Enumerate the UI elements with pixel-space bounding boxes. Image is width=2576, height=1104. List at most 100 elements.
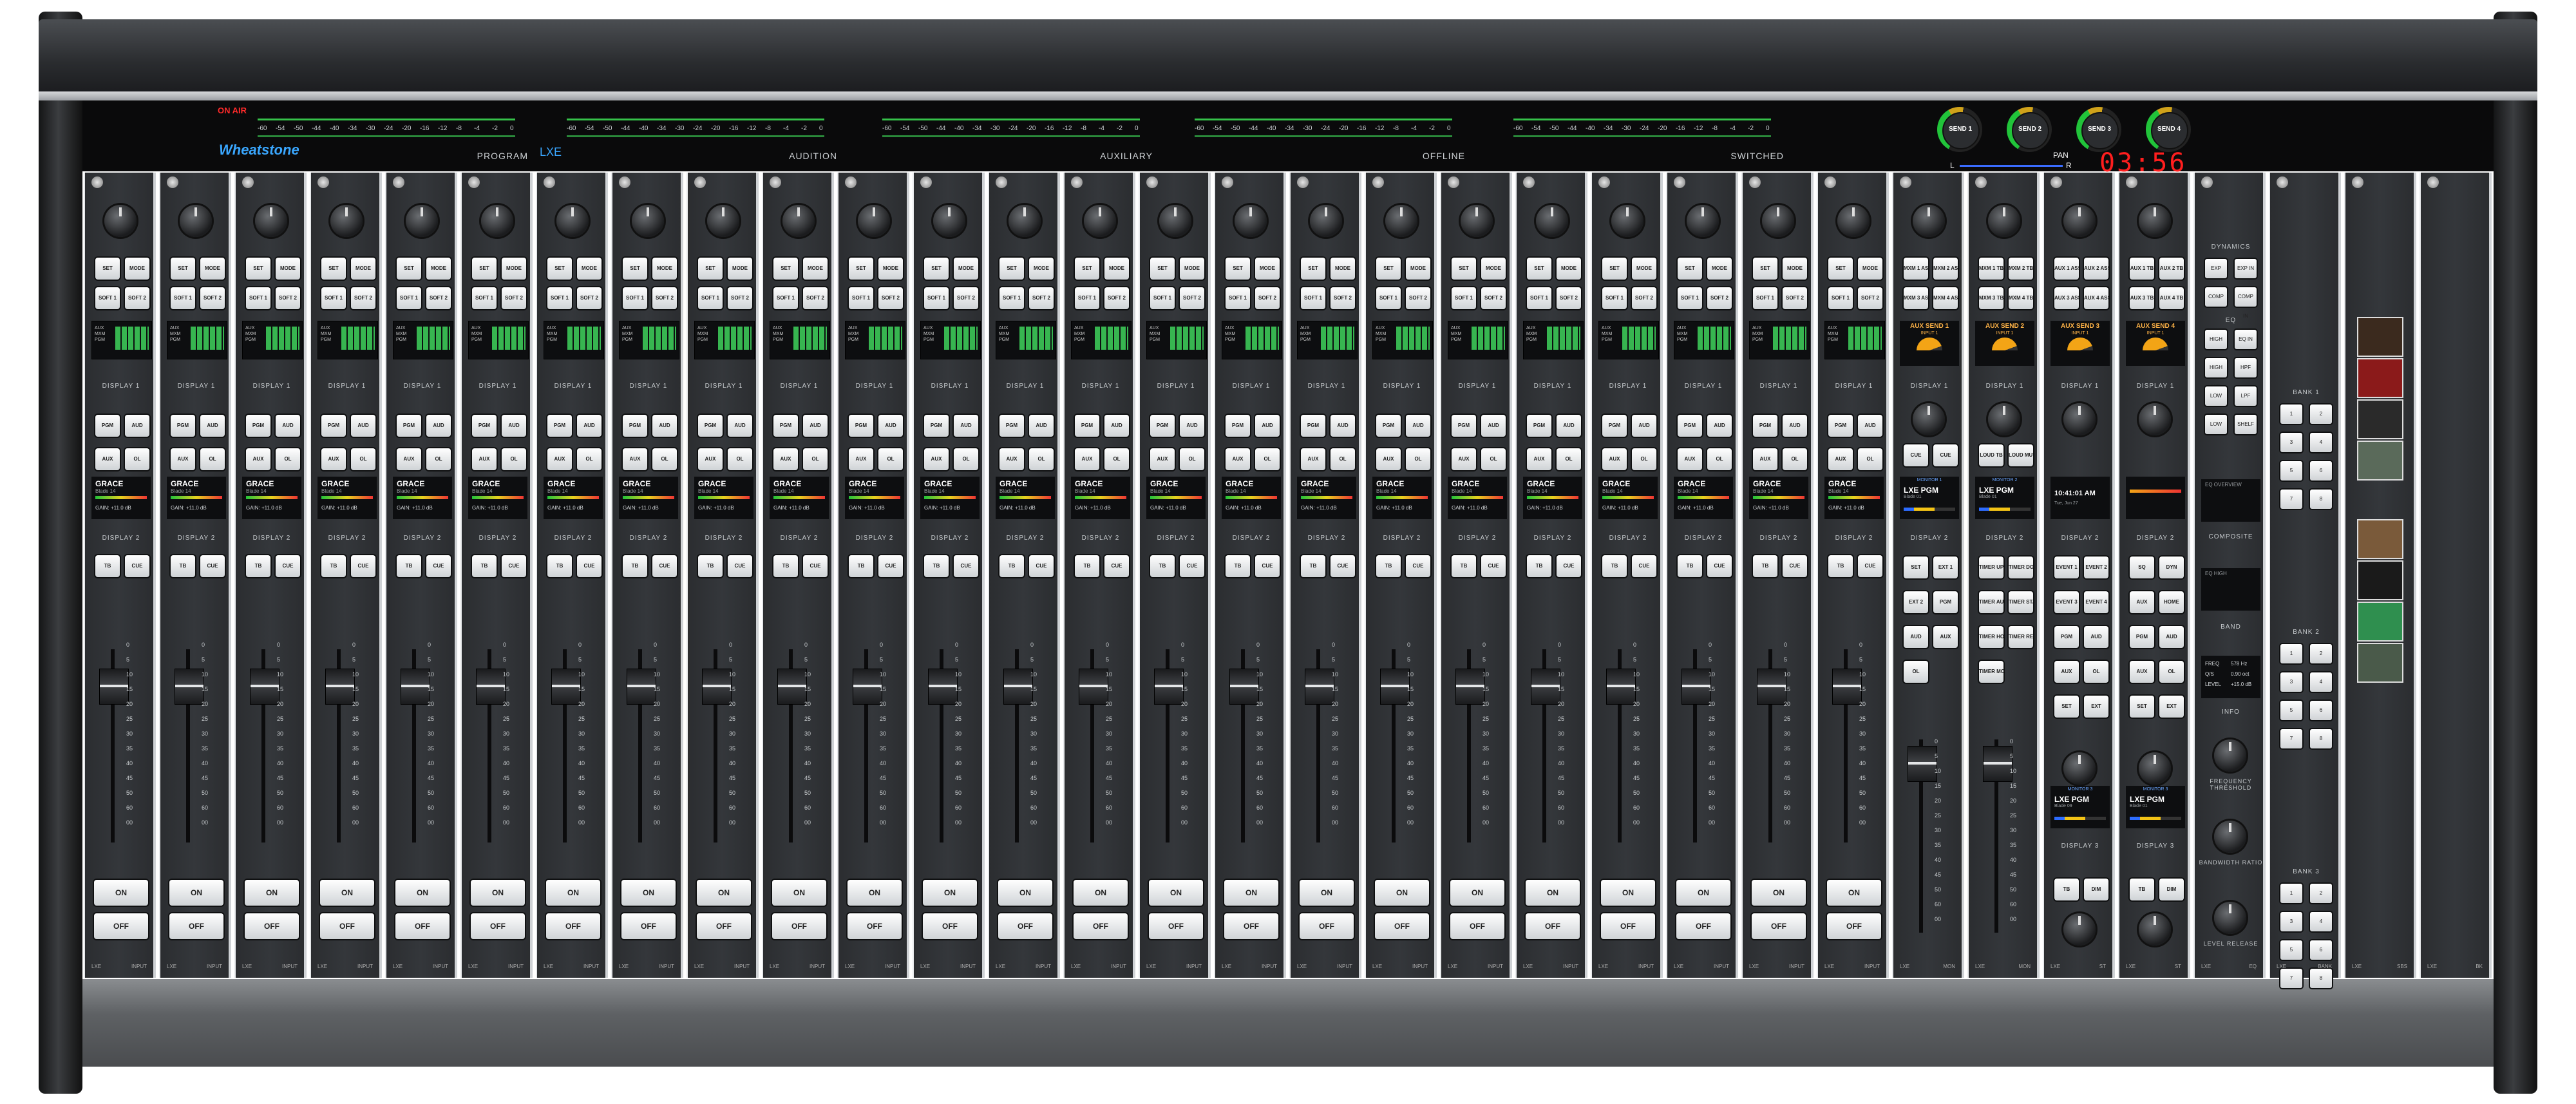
button-tb[interactable]: TB [472, 555, 497, 577]
button-cue[interactable]: CUE [577, 555, 601, 577]
on-button[interactable]: ON [471, 880, 525, 906]
channel-knob[interactable] [1235, 205, 1267, 237]
bus-button-aux[interactable]: AUX [1452, 448, 1476, 470]
button-tb[interactable]: TB [1376, 555, 1401, 577]
monitor-button[interactable]: TIMER HOLD [1979, 626, 2003, 648]
bus-button-pgm[interactable]: PGM [623, 415, 647, 437]
monitor-button[interactable]: EXT 1 [1933, 557, 1958, 578]
assign-button[interactable]: MXM 3 ASSIGN [1904, 287, 1928, 309]
assign-button[interactable]: AUX 4 TB [2159, 287, 2184, 309]
level-knob[interactable] [2063, 913, 2096, 946]
strip-button-soft-2[interactable]: SOFT 2 [1331, 287, 1355, 309]
monitor-button[interactable]: EXT 2 [1904, 591, 1928, 613]
button-cue[interactable]: CUE [1331, 555, 1355, 577]
button-cue[interactable]: CUE [652, 555, 677, 577]
strip-button-mode[interactable]: MODE [1104, 258, 1129, 280]
bank-key[interactable]: 6 [2310, 461, 2332, 481]
strip-button-set[interactable]: SET [472, 258, 497, 280]
bus-button-ol[interactable]: OL [728, 448, 752, 470]
button-cue[interactable]: CUE [502, 555, 526, 577]
bank-key[interactable]: 2 [2310, 404, 2332, 424]
channel-knob[interactable] [1687, 205, 1719, 237]
bus-button-aud[interactable]: AUD [728, 415, 752, 437]
bus-button-ol[interactable]: OL [1557, 448, 1581, 470]
st-button[interactable]: OL [2159, 661, 2184, 683]
button-cue[interactable]: CUE [1783, 555, 1807, 577]
strip-button-set[interactable]: SET [1301, 258, 1325, 280]
st-button[interactable]: HOME [2159, 591, 2184, 613]
bus-button-aux[interactable]: AUX [1150, 448, 1175, 470]
channel-knob[interactable] [2063, 205, 2096, 237]
on-button[interactable]: ON [998, 880, 1052, 906]
channel-knob[interactable] [406, 205, 438, 237]
button-tb[interactable]: TB [1602, 555, 1627, 577]
on-button[interactable]: ON [94, 880, 148, 906]
bus-button-pgm[interactable]: PGM [397, 415, 421, 437]
bus-button-pgm[interactable]: PGM [1828, 415, 1853, 437]
strip-button-soft-1[interactable]: SOFT 1 [999, 287, 1024, 309]
monitor-button[interactable]: PGM [1933, 591, 1958, 613]
bus-button-pgm[interactable]: PGM [1602, 415, 1627, 437]
fader-handle[interactable] [1229, 669, 1259, 705]
strip-button-mode[interactable]: MODE [1557, 258, 1581, 280]
fader-handle[interactable] [1154, 669, 1184, 705]
on-button[interactable]: ON [772, 880, 826, 906]
button-tb[interactable]: TB [547, 555, 572, 577]
bus-button-aud[interactable]: AUD [1481, 415, 1506, 437]
bus-button-aux[interactable]: AUX [773, 448, 798, 470]
strip-button-soft-1[interactable]: SOFT 1 [321, 287, 346, 309]
channel-knob[interactable] [1837, 205, 1870, 237]
bank-key[interactable]: 7 [2280, 969, 2302, 988]
monitor-button[interactable]: TIMER START [2009, 591, 2033, 613]
on-button[interactable]: ON [1300, 880, 1354, 906]
assign-button[interactable]: AUX 1 TB [2130, 258, 2154, 280]
channel-knob[interactable] [180, 205, 212, 237]
channel-knob[interactable] [1988, 205, 2020, 237]
image-key[interactable] [2357, 317, 2403, 357]
fader-handle[interactable] [702, 669, 732, 705]
bus-button-ol[interactable]: OL [351, 448, 375, 470]
bus-button-aux[interactable]: AUX [321, 448, 346, 470]
bus-button-aud[interactable]: AUD [577, 415, 601, 437]
button-tb[interactable]: TB [1226, 555, 1250, 577]
button-tb[interactable]: TB [849, 555, 873, 577]
button-tb[interactable]: TB [1828, 555, 1853, 577]
off-button[interactable]: OFF [848, 913, 902, 939]
button-cue[interactable]: CUE [351, 555, 375, 577]
strip-button-mode[interactable]: MODE [652, 258, 677, 280]
bank-key[interactable]: 5 [2280, 701, 2302, 720]
bank-key[interactable]: 1 [2280, 884, 2302, 903]
button-cue[interactable]: CUE [200, 555, 225, 577]
channel-knob[interactable] [933, 205, 965, 237]
strip-button-set[interactable]: SET [1678, 258, 1702, 280]
image-key[interactable] [2357, 519, 2403, 559]
bus-button-aux[interactable]: AUX [397, 448, 421, 470]
bus-button-pgm[interactable]: PGM [698, 415, 723, 437]
strip-button-mode[interactable]: MODE [200, 258, 225, 280]
dynamics-button[interactable]: EXP IN [2235, 259, 2257, 278]
button-cue[interactable]: CUE [1255, 555, 1280, 577]
on-button[interactable]: ON [1450, 880, 1504, 906]
strip-button-soft-1[interactable]: SOFT 1 [171, 287, 195, 309]
fader-handle[interactable] [99, 669, 129, 705]
st-knob[interactable] [2063, 752, 2096, 785]
bus-button-ol[interactable]: OL [1180, 448, 1204, 470]
strip-button-soft-1[interactable]: SOFT 1 [1301, 287, 1325, 309]
fader-handle[interactable] [777, 669, 807, 705]
strip-button-soft-2[interactable]: SOFT 2 [1180, 287, 1204, 309]
strip-button-mode[interactable]: MODE [728, 258, 752, 280]
strip-button-set[interactable]: SET [1150, 258, 1175, 280]
strip-button-soft-1[interactable]: SOFT 1 [1150, 287, 1175, 309]
bus-button-aux[interactable]: AUX [1075, 448, 1099, 470]
strip-button-soft-1[interactable]: SOFT 1 [849, 287, 873, 309]
st-button[interactable]: OL [2084, 661, 2108, 683]
strip-button-set[interactable]: SET [698, 258, 723, 280]
bus-button-aux[interactable]: AUX [1226, 448, 1250, 470]
on-button[interactable]: ON [1149, 880, 1203, 906]
bus-button-ol[interactable]: OL [803, 448, 828, 470]
assign-button[interactable]: MXM 2 ASSIGN [1933, 258, 1958, 280]
channel-knob[interactable] [1385, 205, 1417, 237]
fader-handle[interactable] [853, 669, 882, 705]
strip-button-mode[interactable]: MODE [426, 258, 451, 280]
dynamics-button[interactable]: COMP [2205, 287, 2227, 307]
